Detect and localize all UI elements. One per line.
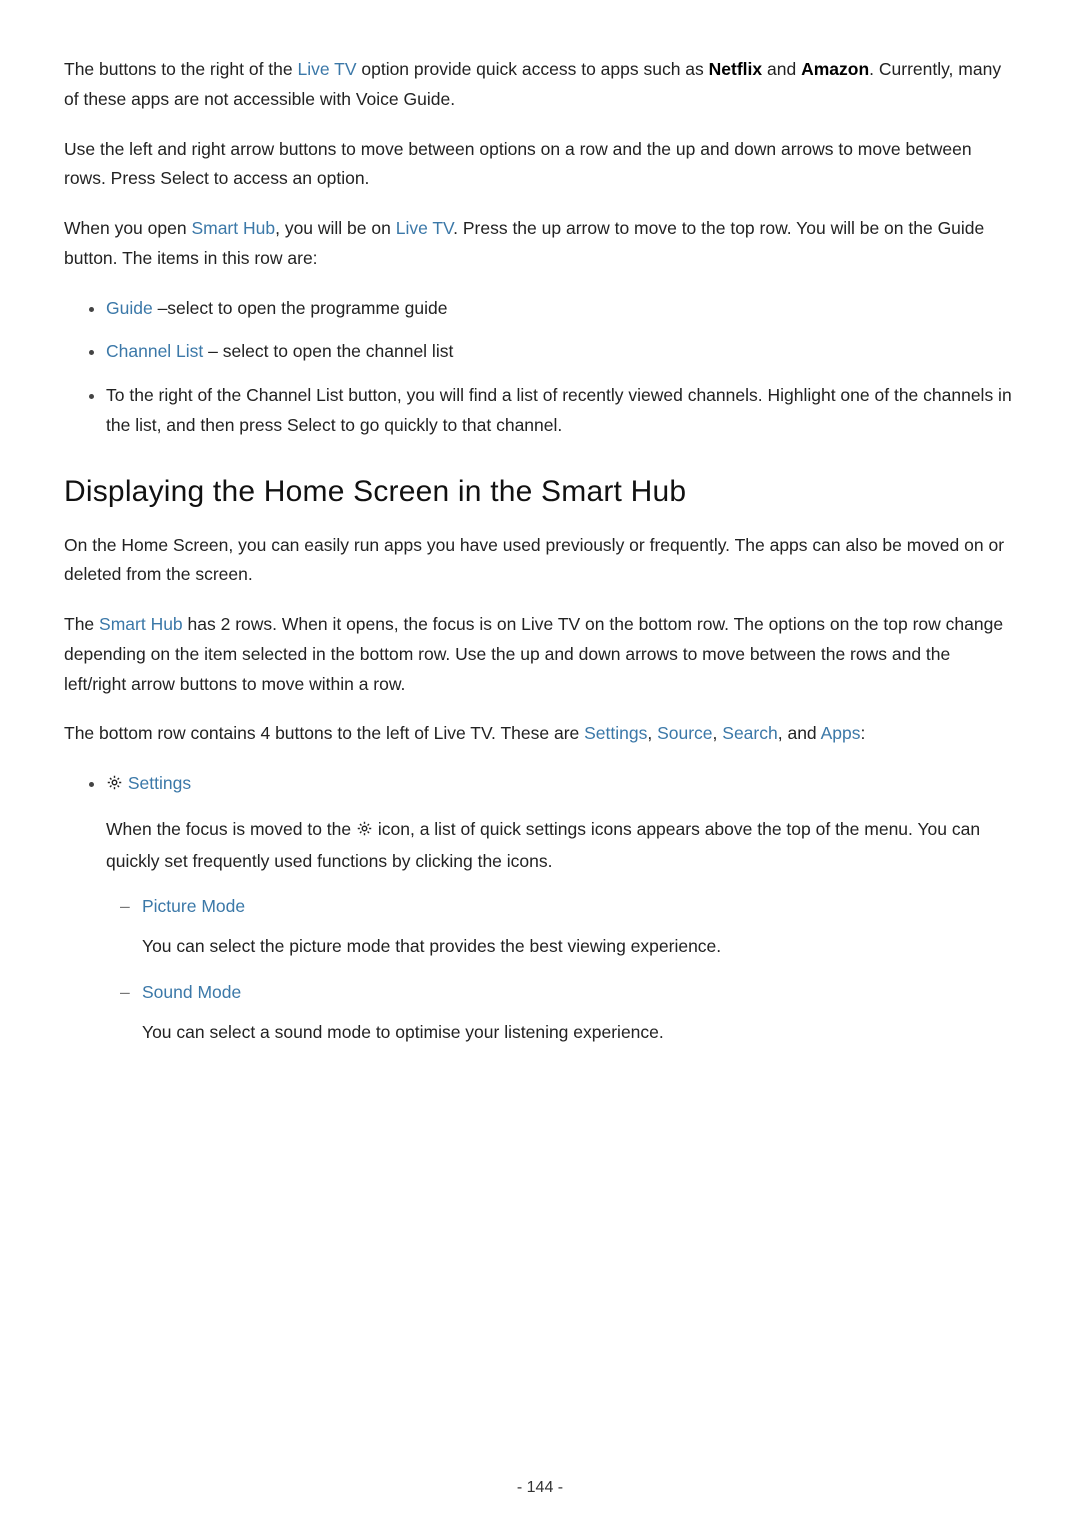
- list-item: Channel List – select to open the channe…: [106, 337, 1016, 367]
- text: , and: [778, 723, 821, 743]
- app-amazon: Amazon: [801, 59, 869, 79]
- text: ,: [647, 723, 657, 743]
- paragraph-3: When you open Smart Hub, you will be on …: [64, 214, 1016, 274]
- sublist-item-sound-mode: Sound Mode You can select a sound mode t…: [106, 978, 1016, 1048]
- text: –select to open the programme guide: [153, 298, 448, 318]
- settings-label[interactable]: Settings: [128, 773, 191, 793]
- link-guide[interactable]: Guide: [106, 298, 153, 318]
- list-item-settings: Settings When the focus is moved to the …: [106, 769, 1016, 1047]
- list-item: Guide –select to open the programme guid…: [106, 294, 1016, 324]
- text: The bottom row contains 4 buttons to the…: [64, 723, 584, 743]
- text: The buttons to the right of the: [64, 59, 297, 79]
- text: When you open: [64, 218, 191, 238]
- paragraph-2: Use the left and right arrow buttons to …: [64, 135, 1016, 195]
- link-live-tv[interactable]: Live TV: [396, 218, 453, 238]
- link-apps[interactable]: Apps: [821, 723, 861, 743]
- paragraph-1: The buttons to the right of the Live TV …: [64, 55, 1016, 115]
- text: option provide quick access to apps such…: [357, 59, 709, 79]
- paragraph-5: The Smart Hub has 2 rows. When it opens,…: [64, 610, 1016, 699]
- paragraph-4: On the Home Screen, you can easily run a…: [64, 531, 1016, 591]
- page-number: - 144 -: [0, 1479, 1080, 1497]
- bullet-list-top-row: Guide –select to open the programme guid…: [64, 294, 1016, 441]
- link-search[interactable]: Search: [722, 723, 777, 743]
- link-channel-list[interactable]: Channel List: [106, 341, 203, 361]
- paragraph-6: The bottom row contains 4 buttons to the…: [64, 719, 1016, 749]
- text: has 2 rows. When it opens, the focus is …: [64, 614, 1003, 694]
- app-netflix: Netflix: [709, 59, 762, 79]
- text: and: [762, 59, 801, 79]
- sublist-item-picture-mode: Picture Mode You can select the picture …: [106, 892, 1016, 962]
- document-page: The buttons to the right of the Live TV …: [0, 0, 1080, 1527]
- text: :: [860, 723, 865, 743]
- link-smart-hub[interactable]: Smart Hub: [99, 614, 183, 634]
- sound-mode-description: You can select a sound mode to optimise …: [142, 1018, 1016, 1048]
- list-item: To the right of the Channel List button,…: [106, 381, 1016, 441]
- settings-sublist: Picture Mode You can select the picture …: [106, 892, 1016, 1047]
- link-sound-mode[interactable]: Sound Mode: [142, 982, 241, 1002]
- text: When the focus is moved to the: [106, 819, 356, 839]
- settings-description: When the focus is moved to the icon, a l…: [106, 815, 1016, 877]
- link-picture-mode[interactable]: Picture Mode: [142, 896, 245, 916]
- section-heading: Displaying the Home Screen in the Smart …: [64, 475, 1016, 509]
- text: To the right of the Channel List button,…: [106, 385, 1012, 435]
- link-smart-hub[interactable]: Smart Hub: [191, 218, 275, 238]
- gear-icon: [356, 817, 373, 847]
- text: ,: [713, 723, 723, 743]
- link-live-tv[interactable]: Live TV: [297, 59, 356, 79]
- bullet-list-settings: Settings When the focus is moved to the …: [64, 769, 1016, 1047]
- link-settings[interactable]: Settings: [584, 723, 647, 743]
- text: – select to open the channel list: [203, 341, 453, 361]
- text: The: [64, 614, 99, 634]
- picture-mode-description: You can select the picture mode that pro…: [142, 932, 1016, 962]
- gear-icon: [106, 771, 123, 801]
- link-source[interactable]: Source: [657, 723, 712, 743]
- text: , you will be on: [275, 218, 396, 238]
